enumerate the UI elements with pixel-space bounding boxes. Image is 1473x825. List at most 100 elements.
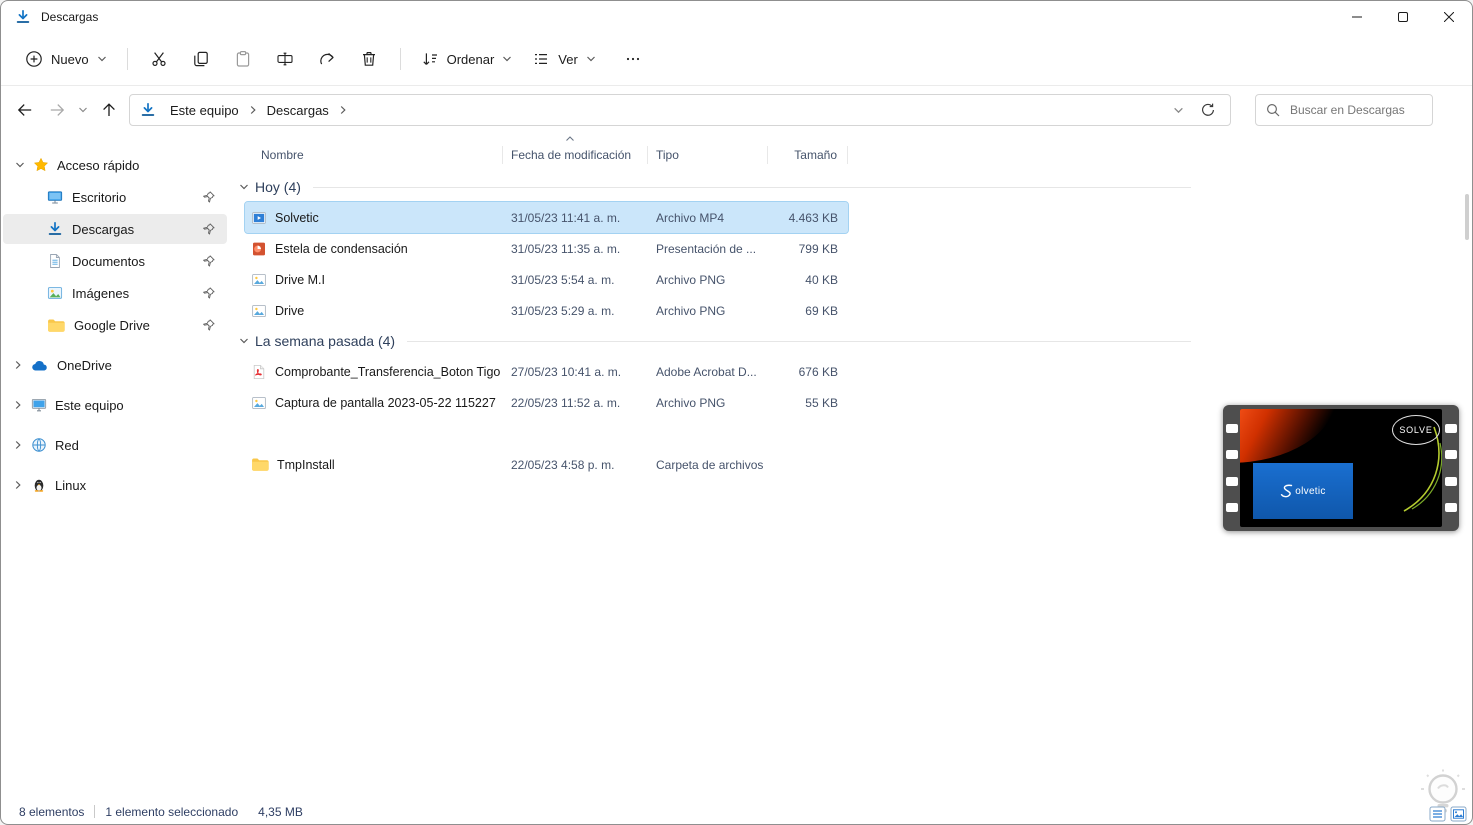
address-bar[interactable]: Este equipo Descargas [129,94,1231,126]
rename-button[interactable] [264,42,306,76]
file-name-cell: Drive [245,295,503,326]
file-date-cell: 27/05/23 10:41 a. m. [511,364,622,379]
file-name-cell: Estela de condensación [245,233,503,264]
rename-icon [276,50,294,68]
thumbnails-view-toggle[interactable] [1450,806,1467,822]
paste-button[interactable] [222,42,264,76]
command-toolbar: Nuevo Ordenar Ver [1,33,1472,86]
sidebar-item-imagenes[interactable]: Imágenes [3,278,227,308]
view-button-label: Ver [558,51,578,67]
sidebar-item-documentos[interactable]: Documentos [3,246,227,276]
video-preview-frame: SOLVE olvetic [1240,409,1442,527]
refresh-icon[interactable] [1200,102,1216,118]
sidebar-item-label: Descargas [72,221,135,237]
delete-button[interactable] [348,42,390,76]
file-size-cell: 55 KB [805,395,838,410]
column-header-fecha[interactable]: Fecha de modificación [503,136,648,164]
file-row-comprobante-transferencia-boton-tigo[interactable]: Comprobante_Transferencia_Boton Tigo 27/0… [245,356,848,387]
file-row-estela-de-condensacion[interactable]: Estela de condensación 31/05/23 11:35 a. … [245,233,848,264]
solvetic-logo: olvetic [1253,463,1353,519]
file-explorer-window: Descargas Nuevo Ordenar Ver Este equipo … [0,0,1473,825]
sidebar-section-quick-access[interactable]: Acceso rápido [3,150,227,180]
chevron-down-icon [502,54,512,64]
chevron-right-icon [13,360,23,370]
folder-icon [47,318,65,333]
sidebar-item-label: Escritorio [72,189,127,205]
sidebar-item-linux[interactable]: Linux [1,470,229,500]
back-button[interactable] [9,94,41,126]
sidebar-item-label: Red [55,437,79,453]
sidebar-item-red[interactable]: Red [1,430,229,460]
pin-icon [203,191,215,203]
search-input[interactable] [1288,102,1422,118]
view-button[interactable]: Ver [522,43,606,75]
recent-locations-button[interactable] [73,94,93,126]
sidebar-item-este-equipo[interactable]: Este equipo [1,390,229,420]
file-type-cell: Carpeta de archivos [656,457,764,472]
file-row-drive[interactable]: Drive 31/05/23 5:29 a. m. Archivo PNG 69 KB [245,295,848,326]
sidebar-item-label: Documentos [72,253,145,269]
logo-s-swoosh-icon [1281,484,1293,498]
forward-button[interactable] [41,94,73,126]
cut-button[interactable] [138,42,180,76]
group-divider [312,186,1191,188]
computer-icon [31,397,47,413]
address-dropdown-chevron-icon[interactable] [1173,105,1184,116]
delete-icon [360,50,378,68]
group-header-hoy-4-[interactable]: Hoy (4) [239,172,1191,202]
folder-icon [251,457,269,472]
file-date-cell: 31/05/23 11:41 a. m. [511,210,621,225]
group-header-la-semana-pasada-4-[interactable]: La semana pasada (4) [239,326,1191,356]
details-view-toggle[interactable] [1429,806,1446,822]
desktop-icon [47,189,63,205]
sidebar-item-label: Linux [55,477,87,493]
video-preview-popup[interactable]: SOLVE olvetic [1223,405,1459,531]
vertical-scrollbar-thumb[interactable] [1465,194,1469,240]
more-options-button[interactable] [612,42,654,76]
minimize-button[interactable] [1334,1,1380,33]
pictures-icon [47,285,63,301]
pin-icon [203,319,215,331]
column-header-nombre[interactable]: Nombre [245,146,503,164]
sidebar-item-onedrive[interactable]: OneDrive [1,350,229,380]
new-button[interactable]: Nuevo [15,43,117,75]
file-row-drive-m-i[interactable]: Drive M.I 31/05/23 5:54 a. m. Archivo PNG 4… [245,264,848,295]
sidebar-item-descargas[interactable]: Descargas [3,214,227,244]
sidebar-item-escritorio[interactable]: Escritorio [3,182,227,212]
sort-icon [421,50,439,68]
file-row-tmpinstall[interactable]: TmpInstall 22/05/23 4:58 p. m. Carpeta de … [245,449,848,480]
png-file-icon [251,303,267,319]
file-type-cell: Adobe Acrobat D... [656,364,757,379]
selection-count: 1 elemento seleccionado [105,804,239,819]
filmstrip-holes-right [1442,407,1459,529]
sidebar-item-label: OneDrive [57,357,112,373]
sidebar-item-google-drive[interactable]: Google Drive [3,310,227,340]
close-button[interactable] [1426,1,1472,33]
file-date-cell: 31/05/23 5:29 a. m. [511,303,615,318]
file-row-solvetic[interactable]: Solvetic 31/05/23 11:41 a. m. Archivo MP4 4… [244,201,849,234]
chevron-right-icon[interactable] [335,105,351,115]
copy-button[interactable] [180,42,222,76]
column-headers: Nombre Fecha de modificación Tipo Tamaño [245,136,1472,168]
file-size-cell [768,449,848,480]
maximize-button[interactable] [1380,1,1426,33]
search-box[interactable] [1255,94,1433,126]
file-size-cell: 69 KB [805,303,838,318]
sort-button[interactable]: Ordenar [411,43,523,75]
column-header-tamano[interactable]: Tamaño [768,146,848,164]
chevron-right-icon[interactable] [245,105,261,115]
file-name-cell: Comprobante_Transferencia_Boton Tigo [245,356,503,387]
up-button[interactable] [93,94,125,126]
file-row-captura-de-pantalla-2023-05-22-115227[interactable]: Captura de pantalla 2023-05-22 115227 22/… [245,387,848,418]
chevron-down-icon [586,54,596,64]
file-name-cell: Solvetic [245,202,503,233]
share-button[interactable] [306,42,348,76]
column-header-tipo[interactable]: Tipo [648,146,768,164]
breadcrumb-descargas[interactable]: Descargas [261,103,335,118]
view-icon [532,50,550,68]
file-name-cell: TmpInstall [245,449,503,480]
group-label: Hoy (4) [255,179,301,195]
sidebar-item-label: Este equipo [55,397,124,413]
breadcrumb-este-equipo[interactable]: Este equipo [164,103,245,118]
file-name-cell: Drive M.I [245,264,503,295]
